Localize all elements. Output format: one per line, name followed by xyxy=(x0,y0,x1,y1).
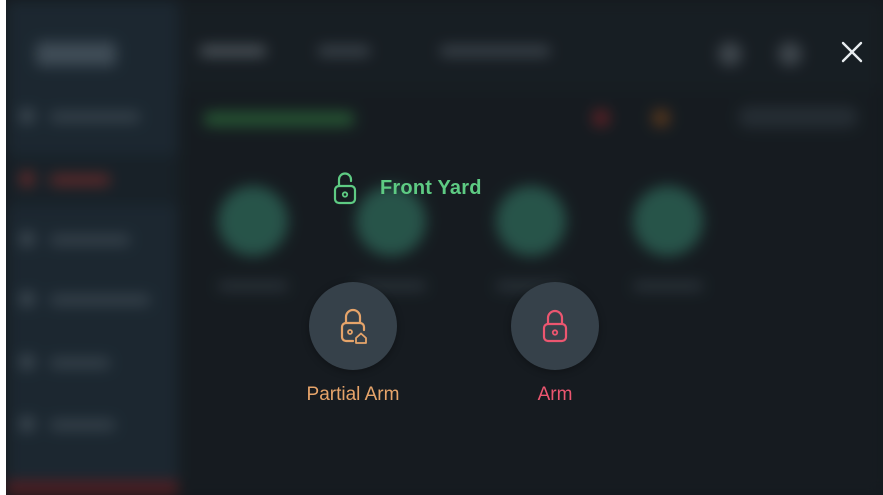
partial-arm-action[interactable]: Partial Arm xyxy=(288,282,418,406)
partial-arm-lock-icon xyxy=(340,308,367,344)
close-icon xyxy=(841,41,863,63)
arm-button[interactable] xyxy=(511,282,599,370)
app-frame xyxy=(6,0,883,495)
lock-icon xyxy=(542,309,568,343)
close-button[interactable] xyxy=(836,36,868,68)
unlocked-padlock-icon xyxy=(332,171,358,205)
partial-arm-button[interactable] xyxy=(309,282,397,370)
zone-title: Front Yard xyxy=(380,176,482,199)
arm-label: Arm xyxy=(537,384,573,405)
arm-action[interactable]: Arm xyxy=(490,282,620,406)
partial-arm-label: Partial Arm xyxy=(306,384,400,405)
modal-backdrop[interactable] xyxy=(6,0,883,495)
zone-header: Front Yard xyxy=(332,168,482,208)
